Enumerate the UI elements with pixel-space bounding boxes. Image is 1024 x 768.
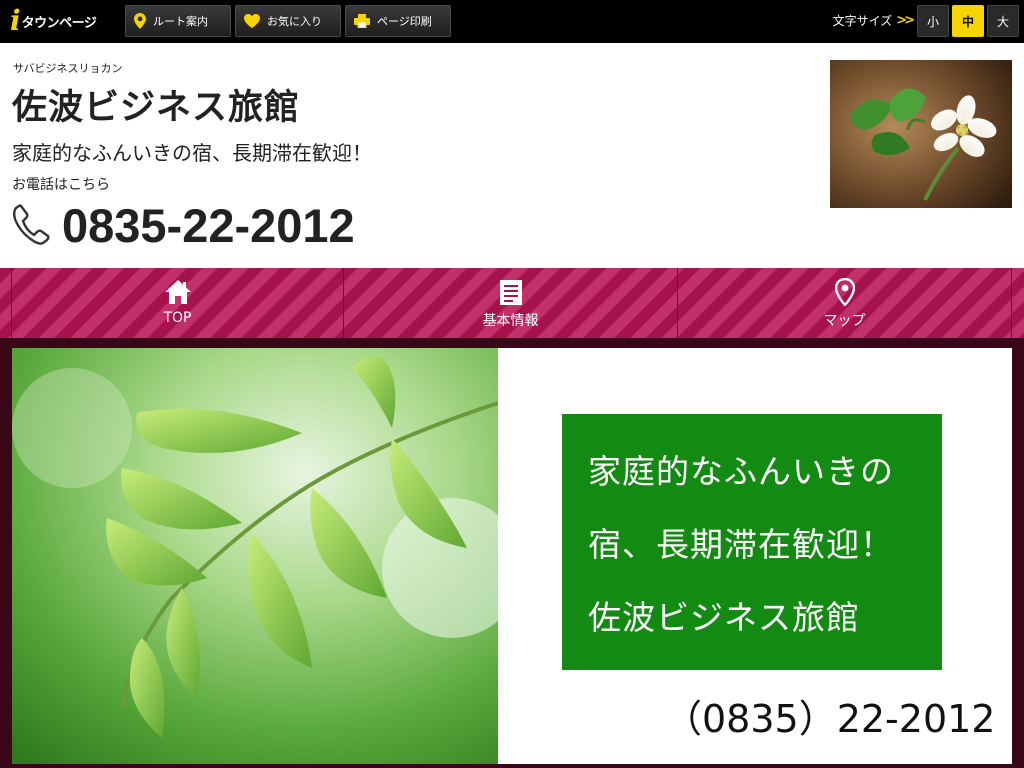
hero-line-1: 家庭的なふんいきの (588, 451, 894, 491)
catchphrase: 家庭的なふんいきの宿、長期滞在歓迎！ (12, 141, 372, 165)
business-name-kana: サバビジネスリョカン (13, 62, 123, 75)
print-page-button[interactable]: ページ印刷 (345, 5, 451, 37)
route-guide-button[interactable]: ルート案内 (125, 5, 231, 37)
business-name-title: 佐波ビジネス旅館 (12, 88, 301, 128)
main-nav: TOP 基本情報 マップ (0, 268, 1024, 338)
nav-label-basic-info: 基本情報 (482, 313, 539, 329)
font-size-label: 文字サイズ >> (832, 12, 915, 29)
font-size-medium-button[interactable]: 中 (952, 5, 984, 37)
nav-item-top[interactable]: TOP (12, 268, 344, 338)
hero-banner: 家庭的なふんいきの 宿、長期滞在歓迎！ 佐波ビジネス旅館 （0835）22-20… (12, 348, 1012, 764)
font-size-small-button[interactable]: 小 (917, 5, 949, 37)
heart-icon (244, 14, 260, 28)
top-bar: i タウンページ ルート案内 お気に入り ページ印刷 文字サイズ >> 小 中 … (0, 0, 1024, 43)
logo-text: タウンページ (21, 16, 97, 31)
home-icon (164, 278, 192, 306)
favorite-label: お気に入り (267, 15, 322, 28)
map-pin-icon (134, 13, 146, 29)
townpage-logo[interactable]: i タウンページ (10, 4, 97, 37)
nav-item-map[interactable]: マップ (678, 268, 1012, 338)
nav-label-map: マップ (823, 313, 866, 329)
font-size-large-button[interactable]: 大 (987, 5, 1019, 37)
tel-label: お電話はこちら (12, 177, 110, 193)
print-page-label: ページ印刷 (377, 15, 432, 28)
favorite-button[interactable]: お気に入り (235, 5, 341, 37)
map-pin-icon (834, 278, 855, 306)
nav-label-top: TOP (163, 310, 192, 326)
double-chevron-right-icon: >> (896, 13, 915, 28)
logo-mark: i (10, 4, 21, 37)
hero-line-3: 佐波ビジネス旅館 (588, 598, 860, 638)
nav-spacer (0, 268, 12, 338)
hero-message-box: 家庭的なふんいきの 宿、長期滞在歓迎！ 佐波ビジネス旅館 (562, 414, 942, 670)
printer-icon (354, 14, 370, 28)
hero-line-2: 宿、長期滞在歓迎！ (588, 524, 894, 564)
document-icon (499, 278, 523, 306)
nav-item-basic-info[interactable]: 基本情報 (344, 268, 678, 338)
hero-phone-number: （0835）22-2012 (664, 697, 996, 741)
font-size-text: 文字サイズ (832, 14, 893, 28)
route-guide-label: ルート案内 (153, 15, 208, 28)
green-leaves-photo (12, 348, 522, 764)
phone-number[interactable]: 0835-22-2012 (62, 198, 355, 253)
white-flower-photo (830, 60, 1012, 208)
phone-icon (12, 203, 50, 245)
